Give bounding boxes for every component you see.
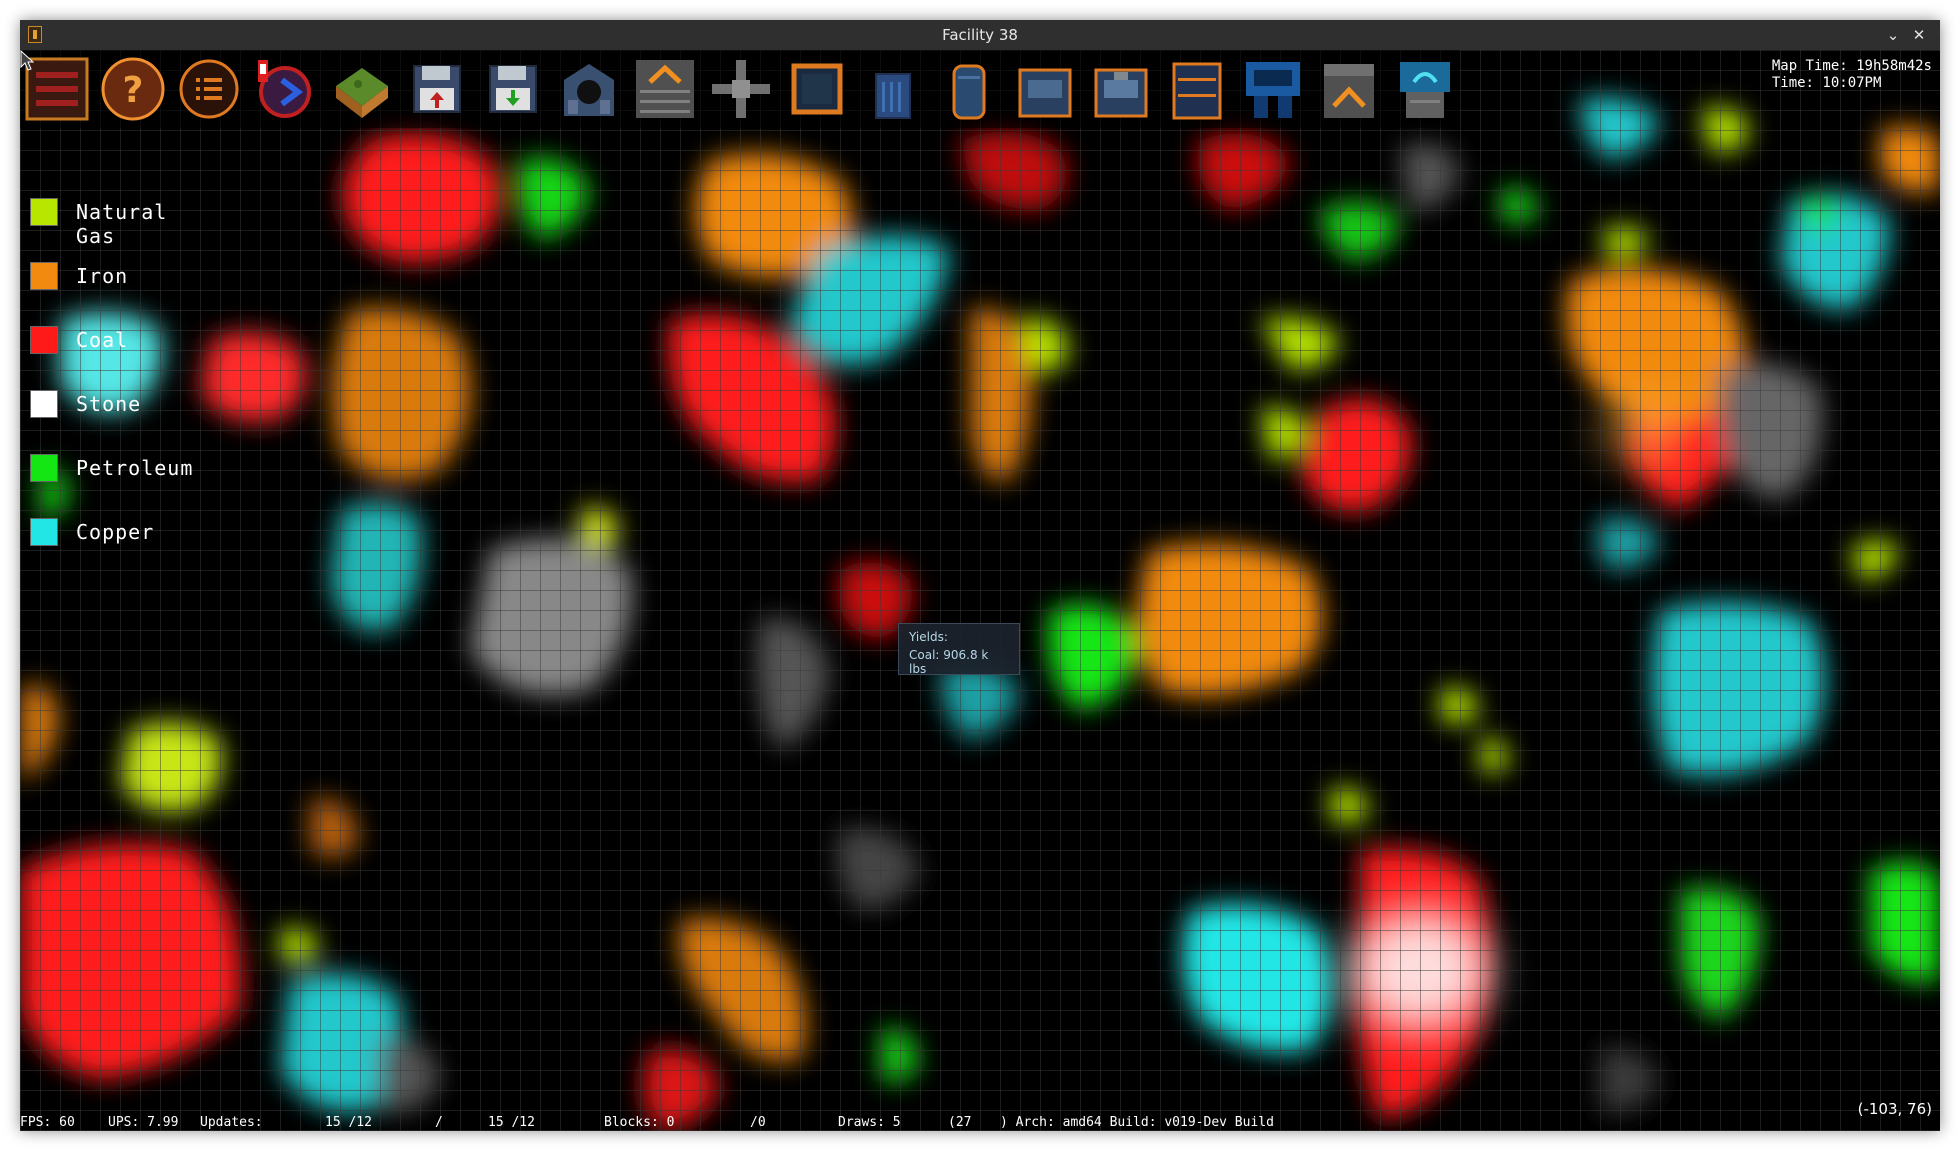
title-bar[interactable]: Facility 38 ⌄ ✕ — [20, 20, 1940, 50]
alerts-icon[interactable] — [252, 56, 318, 122]
extractor-icon[interactable] — [1392, 56, 1458, 122]
junction-icon[interactable] — [708, 56, 774, 122]
legend-swatch — [30, 262, 58, 290]
legend-label: Petroleum — [76, 456, 194, 480]
updates-count-a: 15 /12 — [325, 1115, 372, 1130]
silo-icon[interactable] — [936, 56, 1002, 122]
legend-label: Iron — [76, 264, 129, 288]
blocks-total: /0 — [750, 1115, 766, 1130]
debug-status-bar: FPS: 60 UPS: 7.99 Updates: 15 /12 / 15 /… — [20, 1113, 1500, 1131]
cursor-coordinates: (-103, 76) — [1857, 1100, 1932, 1118]
toolbar: ? — [20, 50, 1460, 128]
minimize-chevron-icon[interactable]: ⌄ — [1882, 24, 1904, 46]
ups-readout: UPS: 7.99 — [108, 1115, 179, 1130]
yield-tooltip: Yields: Coal: 906.8 k lbs — [898, 623, 1020, 676]
game-window: Facility 38 ⌄ ✕ ? Map Time: 19h58m42s Ti… — [20, 20, 1940, 1131]
tooltip-title: Yields: — [909, 630, 948, 644]
machine-icon[interactable] — [1240, 56, 1306, 122]
resource-map[interactable]: ? Map Time: 19h58m42s Time: 10:07PM Natu… — [20, 50, 1940, 1131]
legend-swatch — [30, 454, 58, 482]
help-icon[interactable]: ? — [100, 56, 166, 122]
close-icon[interactable]: ✕ — [1908, 24, 1930, 46]
legend-swatch — [30, 198, 58, 226]
assembler-icon[interactable] — [1012, 56, 1078, 122]
clock-panel: Map Time: 19h58m42s Time: 10:07PM — [1772, 58, 1932, 92]
tooltip-yield: Coal: 906.8 k lbs — [909, 648, 989, 676]
legend-label: Natural Gas — [76, 200, 168, 248]
furnace-icon[interactable] — [1316, 56, 1382, 122]
ore-deposits-layer — [20, 50, 1940, 1131]
real-time: Time: 10:07PM — [1771, 75, 1882, 91]
conveyor-up-icon[interactable] — [632, 56, 698, 122]
updates-count-b: 15 /12 — [488, 1115, 535, 1130]
terrain-icon[interactable] — [328, 56, 394, 122]
legend-swatch — [30, 518, 58, 546]
updates-separator: / — [435, 1115, 443, 1130]
updates-label: Updates: — [200, 1115, 263, 1130]
legend-label: Copper — [76, 520, 155, 544]
draws-count: (27 — [948, 1115, 972, 1130]
tank-icon[interactable] — [860, 56, 926, 122]
legend-swatch — [30, 326, 58, 354]
svg-text:?: ? — [123, 70, 144, 111]
shelf-icon[interactable] — [1164, 56, 1230, 122]
assembler-2-icon[interactable] — [1088, 56, 1154, 122]
legend-label: Stone — [76, 392, 142, 416]
blocks-readout: Blocks: 0 — [604, 1115, 675, 1130]
map-time: Map Time: 19h58m42s — [1771, 58, 1932, 74]
list-icon[interactable] — [176, 56, 242, 122]
window-title: Facility 38 — [942, 26, 1018, 44]
mouse-cursor-icon — [20, 50, 34, 71]
legend-label: Coal — [76, 328, 129, 352]
legend-swatch — [30, 390, 58, 418]
fps-readout: FPS: 60 — [20, 1115, 75, 1130]
save-download-icon[interactable] — [480, 56, 546, 122]
draws-readout: Draws: 5 — [838, 1115, 901, 1130]
save-upload-icon[interactable] — [404, 56, 470, 122]
building-icon[interactable] — [556, 56, 622, 122]
pipe-loop-icon[interactable] — [784, 56, 850, 122]
build-info: ) Arch: amd64 Build: v019-Dev Build — [1000, 1115, 1274, 1130]
